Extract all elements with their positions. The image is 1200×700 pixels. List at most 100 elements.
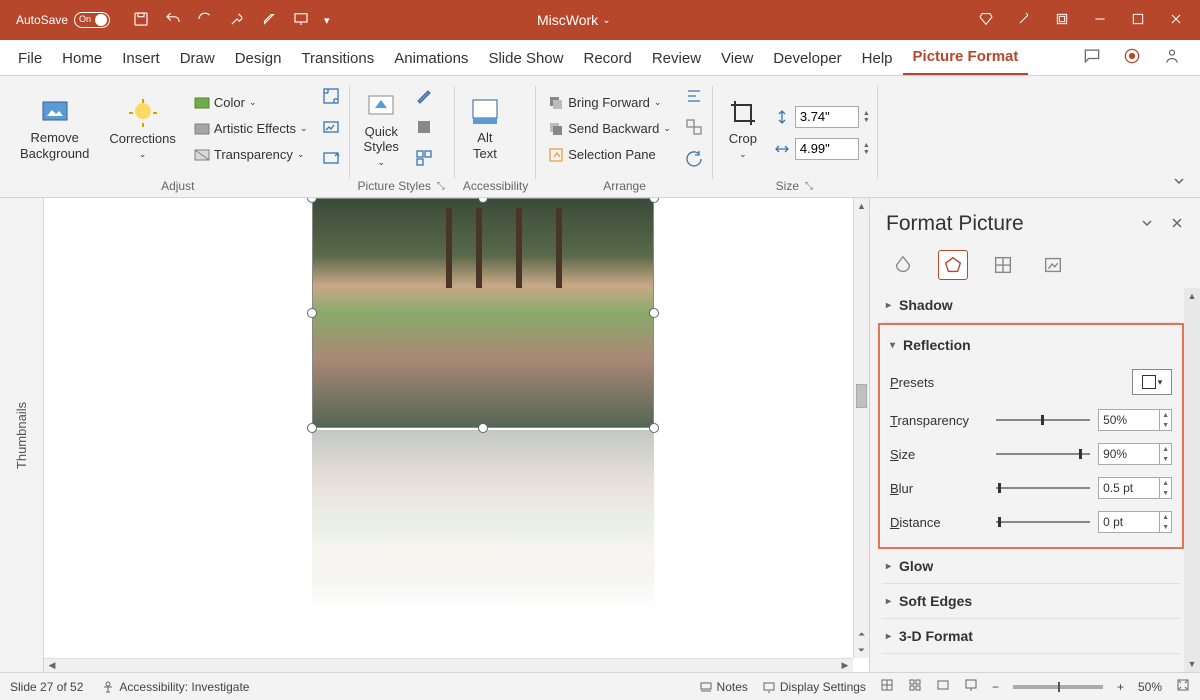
slide-counter[interactable]: Slide 27 of 52 (10, 680, 83, 694)
crop-button[interactable]: Crop⌄ (721, 95, 765, 161)
slide-sorter-icon[interactable] (908, 678, 922, 695)
accessibility-status[interactable]: Accessibility: Investigate (101, 680, 249, 694)
transparency-value[interactable]: 50% (1098, 409, 1160, 431)
tab-file[interactable]: File (8, 42, 52, 75)
tab-home[interactable]: Home (52, 42, 112, 75)
corrections-button[interactable]: Corrections⌄ (103, 95, 181, 161)
zoom-in-button[interactable]: + (1117, 680, 1124, 694)
tab-transitions[interactable]: Transitions (291, 42, 384, 75)
tab-insert[interactable]: Insert (112, 42, 170, 75)
pane-close-icon[interactable] (1154, 216, 1184, 233)
tab-developer[interactable]: Developer (763, 42, 851, 75)
resize-handle[interactable] (307, 423, 317, 433)
selection-pane-button[interactable]: Selection Pane (544, 145, 675, 165)
soft-edges-section[interactable]: ▸Soft Edges (882, 584, 1180, 619)
distance-value[interactable]: 0 pt (1098, 511, 1160, 533)
send-backward-button[interactable]: Send Backward⌄ (544, 119, 675, 139)
reset-picture-icon[interactable] (322, 149, 340, 170)
picture-border-icon[interactable] (415, 87, 433, 108)
pane-options-icon[interactable] (1124, 216, 1154, 233)
shadow-section[interactable]: ▸Shadow (882, 288, 1180, 323)
catchup-icon[interactable] (1112, 40, 1152, 75)
size-launcher[interactable]: ⤡ (803, 181, 815, 192)
tab-record[interactable]: Record (573, 42, 641, 75)
change-picture-icon[interactable] (322, 118, 340, 139)
compress-pictures-icon[interactable] (322, 87, 340, 108)
resize-handle[interactable] (307, 308, 317, 318)
distance-slider[interactable] (996, 513, 1090, 531)
diamond-icon[interactable] (978, 11, 994, 30)
size-properties-tab-icon[interactable] (988, 250, 1018, 280)
vertical-scrollbar[interactable]: ▲ ⏶ ⏷ (853, 198, 869, 658)
share-icon[interactable] (1152, 40, 1192, 75)
document-name[interactable]: MiscWork⌄ (537, 12, 611, 28)
comments-icon[interactable] (1072, 40, 1112, 75)
save-icon[interactable] (132, 10, 150, 31)
tab-view[interactable]: View (711, 42, 763, 75)
prev-slide-icon[interactable]: ⏶ (854, 626, 869, 642)
width-input[interactable]: ▲▼ (773, 138, 870, 160)
alt-text-button[interactable]: Alt Text (463, 94, 507, 163)
blur-slider[interactable] (996, 479, 1090, 497)
resize-handle[interactable] (649, 423, 659, 433)
3d-format-section[interactable]: ▸3-D Format (882, 619, 1180, 654)
autosave-toggle[interactable]: AutoSave On (16, 12, 110, 28)
resize-handle[interactable] (649, 198, 659, 203)
quick-styles-button[interactable]: Quick Styles⌄ (358, 88, 405, 170)
redo-icon[interactable] (196, 10, 214, 31)
zoom-slider[interactable] (1013, 685, 1103, 689)
slideshow-view-icon[interactable] (964, 678, 978, 695)
size-value[interactable]: 90% (1098, 443, 1160, 465)
glow-section[interactable]: ▸Glow (882, 549, 1180, 584)
picture-layout-icon[interactable] (415, 149, 433, 170)
color-button[interactable]: Color⌄ (190, 93, 312, 113)
bring-forward-button[interactable]: Bring Forward⌄ (544, 93, 675, 113)
transparency-button[interactable]: Transparency⌄ (190, 145, 312, 165)
reflection-section[interactable]: ▾Reflection (890, 333, 1172, 361)
tab-draw[interactable]: Draw (170, 42, 225, 75)
horizontal-scrollbar[interactable]: ◀▶ (44, 658, 853, 672)
picture-tab-icon[interactable] (1038, 250, 1068, 280)
transparency-slider[interactable] (996, 411, 1090, 429)
resize-handle[interactable] (649, 308, 659, 318)
effects-tab-icon[interactable] (938, 250, 968, 280)
reflection-presets-button[interactable]: ▾ (1132, 369, 1172, 395)
maximize-icon[interactable] (1130, 11, 1146, 30)
rotate-icon[interactable] (685, 149, 703, 170)
blur-value[interactable]: 0.5 pt (1098, 477, 1160, 499)
next-slide-icon[interactable]: ⏷ (854, 642, 869, 658)
remove-background-button[interactable]: Remove Background (14, 94, 95, 163)
tab-review[interactable]: Review (642, 42, 711, 75)
collapse-ribbon-icon[interactable] (1172, 174, 1194, 197)
notes-button[interactable]: Notes (699, 680, 748, 694)
tab-animations[interactable]: Animations (384, 42, 478, 75)
tab-help[interactable]: Help (852, 42, 903, 75)
display-settings-button[interactable]: Display Settings (762, 680, 866, 694)
wand-icon[interactable] (1016, 11, 1032, 30)
pane-scrollbar[interactable]: ▲▼ (1184, 288, 1200, 672)
window-icon[interactable] (1054, 11, 1070, 30)
tab-design[interactable]: Design (225, 42, 292, 75)
close-icon[interactable] (1168, 11, 1184, 30)
height-input[interactable]: ▲▼ (773, 106, 870, 128)
reading-view-icon[interactable] (936, 678, 950, 695)
picture-styles-launcher[interactable]: ⤡ (435, 181, 447, 192)
artistic-effects-button[interactable]: Artistic Effects⌄ (190, 119, 312, 139)
undo-icon[interactable] (164, 10, 182, 31)
resize-handle[interactable] (478, 423, 488, 433)
zoom-level[interactable]: 50% (1138, 680, 1162, 694)
thumbnails-strip[interactable]: Thumbnails (0, 198, 44, 672)
picture-effects-icon[interactable] (415, 118, 433, 139)
normal-view-icon[interactable] (880, 678, 894, 695)
fill-line-tab-icon[interactable] (888, 250, 918, 280)
selected-picture[interactable] (312, 198, 654, 428)
group-icon[interactable] (685, 118, 703, 139)
minimize-icon[interactable] (1092, 11, 1108, 30)
fit-to-window-icon[interactable] (1176, 678, 1190, 695)
align-icon[interactable] (685, 87, 703, 108)
tab-picture-format[interactable]: Picture Format (903, 40, 1029, 75)
size-slider[interactable] (996, 445, 1090, 463)
zoom-out-button[interactable]: − (992, 680, 999, 694)
tab-slide-show[interactable]: Slide Show (478, 42, 573, 75)
slide-canvas[interactable]: ▲ ⏶ ⏷ ◀▶ (44, 198, 870, 672)
